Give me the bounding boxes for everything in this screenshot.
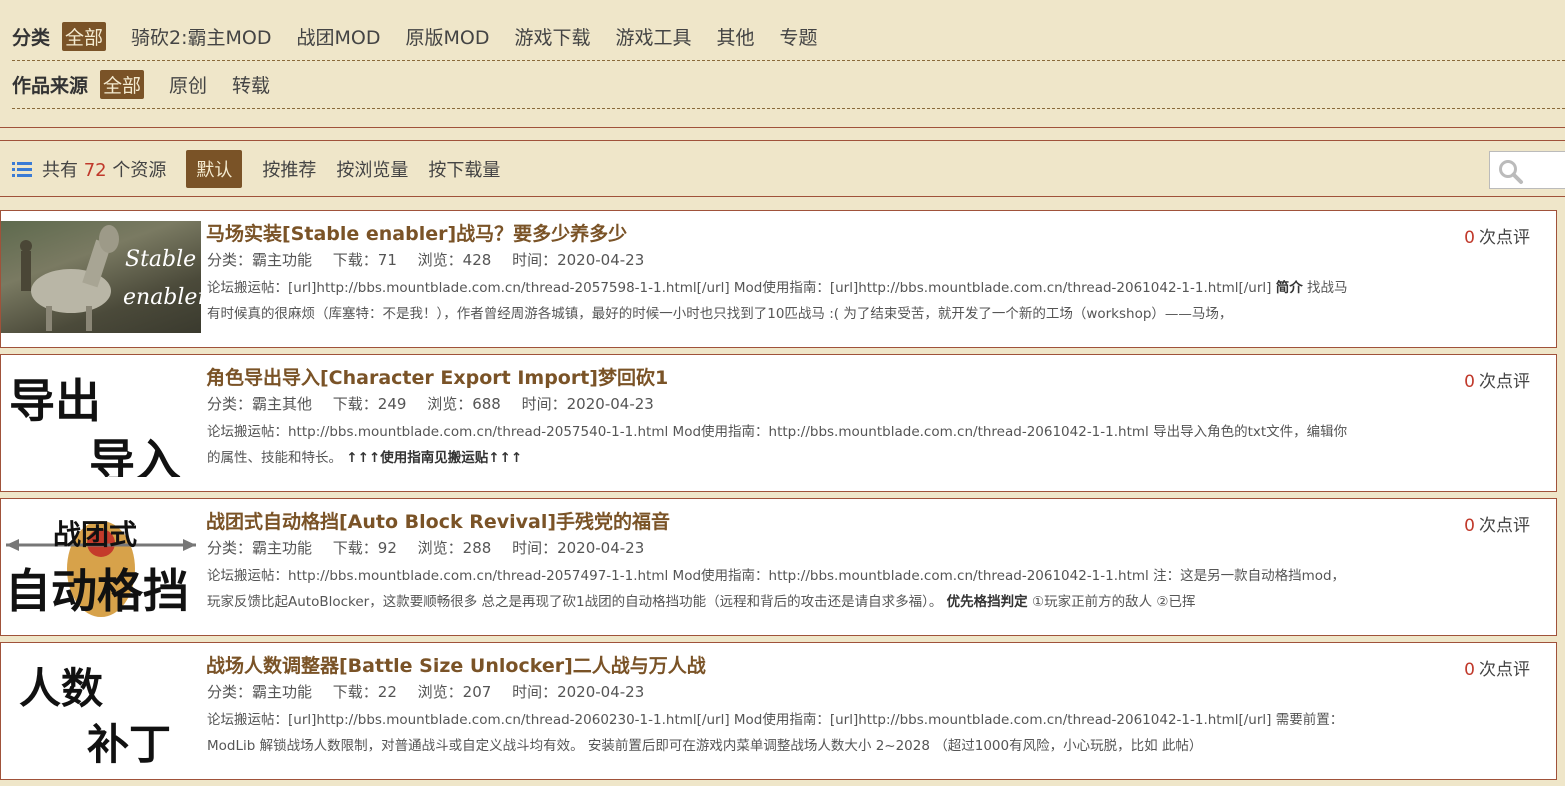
item-meta: 分类：霸主其他 下载：249 浏览：688 时间：2020-04-23 <box>207 393 670 414</box>
item-downloads: 下载：71 <box>332 251 397 269</box>
category-option-game-download[interactable]: 游戏下载 <box>514 23 590 50</box>
item-category: 分类：霸主其他 <box>207 395 313 413</box>
item-time: 时间：2020-04-23 <box>521 395 654 413</box>
search-input[interactable] <box>1489 151 1565 189</box>
item-thumbnail[interactable]: 人数 补丁 <box>1 653 201 765</box>
resource-item[interactable]: 人数 补丁 战场人数调整器[Battle Size Unlocker]二人战与万… <box>0 642 1557 780</box>
item-title-link[interactable]: 马场实装[Stable enabler]战马？要多少养多少 <box>206 219 627 246</box>
sort-views-button[interactable]: 按浏览量 <box>336 156 408 182</box>
resource-item[interactable]: 导出 导入 角色导出导入[Character Export Import]梦回砍… <box>0 354 1557 492</box>
sort-downloads-button[interactable]: 按下载量 <box>428 156 500 182</box>
filter-panel: 分类 全部 骑砍2:霸主MOD 战团MOD 原版MOD 游戏下载 游戏工具 其他… <box>0 0 1565 128</box>
source-option-all[interactable]: 全部 <box>100 70 145 99</box>
source-option-repost[interactable]: 转载 <box>232 71 270 98</box>
item-downloads: 下载：22 <box>332 683 397 701</box>
resource-item[interactable]: Stable enabler 马场实装[Stable enabler]战马？要多… <box>0 210 1557 348</box>
category-option-other[interactable]: 其他 <box>717 23 755 50</box>
item-meta: 分类：霸主功能 下载：22 浏览：207 时间：2020-04-23 <box>207 681 660 702</box>
item-views: 浏览：428 <box>417 251 492 269</box>
source-label: 作品来源 <box>12 75 89 97</box>
resource-count-number: 72 <box>83 159 107 181</box>
thumb-caption-2: 自动格挡 <box>5 564 189 618</box>
item-views: 浏览：688 <box>427 395 501 413</box>
list-icon <box>12 161 32 177</box>
category-filter-row: 分类 全部 骑砍2:霸主MOD 战团MOD 原版MOD 游戏下载 游戏工具 其他… <box>12 13 1565 61</box>
item-comments[interactable]: 0 次点评 <box>1464 511 1530 536</box>
item-time: 时间：2020-04-23 <box>512 539 645 557</box>
item-comments[interactable]: 0 次点评 <box>1464 367 1530 392</box>
item-description: 论坛搬运帖：http://bbs.mountblade.com.cn/threa… <box>207 568 1346 610</box>
item-description: 论坛搬运帖：[url]http://bbs.mountblade.com.cn/… <box>207 712 1344 754</box>
item-comments[interactable]: 0 次点评 <box>1464 655 1530 680</box>
item-comments[interactable]: 0 次点评 <box>1464 223 1530 248</box>
item-thumbnail[interactable]: 战团式 自动格挡 <box>1 509 201 621</box>
thumb-caption-1: 人数 <box>19 664 104 713</box>
search-icon <box>1499 160 1523 184</box>
resource-count: 共有 72 个资源 <box>42 159 167 181</box>
source-filter-row: 作品来源 全部 原创 转载 <box>12 61 1565 109</box>
item-title-link[interactable]: 战场人数调整器[Battle Size Unlocker]二人战与万人战 <box>206 651 706 678</box>
thumb-caption-1: 战团式 <box>53 518 138 551</box>
category-option-warband-mod[interactable]: 战团MOD <box>297 23 381 50</box>
item-thumbnail[interactable]: 导出 导入 <box>1 365 201 477</box>
category-label: 分类 <box>12 27 51 49</box>
item-category: 分类：霸主功能 <box>207 539 313 557</box>
thumb-caption-1: Stable <box>125 247 197 272</box>
item-time: 时间：2020-04-23 <box>512 683 645 701</box>
item-description: 论坛搬运帖：http://bbs.mountblade.com.cn/threa… <box>207 424 1348 466</box>
item-description: 论坛搬运帖：[url]http://bbs.mountblade.com.cn/… <box>207 280 1348 322</box>
category-option-game-tools[interactable]: 游戏工具 <box>615 23 691 50</box>
item-thumbnail[interactable]: Stable enabler <box>1 221 201 333</box>
thumb-caption-2: enabler <box>123 285 201 310</box>
item-meta: 分类：霸主功能 下载：92 浏览：288 时间：2020-04-23 <box>207 537 660 558</box>
item-time: 时间：2020-04-23 <box>512 251 645 269</box>
sort-default-button[interactable]: 默认 <box>186 149 243 188</box>
thumb-caption-2: 补丁 <box>87 720 172 765</box>
category-option-topics[interactable]: 专题 <box>780 23 818 50</box>
thumb-caption-2: 导入 <box>89 434 181 477</box>
thumb-caption-1: 导出 <box>9 374 101 428</box>
horse-image <box>20 225 119 331</box>
item-downloads: 下载：92 <box>332 539 397 557</box>
item-title-link[interactable]: 角色导出导入[Character Export Import]梦回砍1 <box>206 363 668 390</box>
resource-item[interactable]: 战团式 自动格挡 战团式自动格挡[Auto Block Revival]手残党的… <box>0 498 1557 636</box>
category-option-native-mod[interactable]: 原版MOD <box>405 23 489 50</box>
sort-bar: 共有 72 个资源 默认 按推荐 按浏览量 按下载量 <box>0 140 1565 197</box>
item-title-link[interactable]: 战团式自动格挡[Auto Block Revival]手残党的福音 <box>206 507 670 534</box>
item-category: 分类：霸主功能 <box>207 683 313 701</box>
category-option-bannerlord-mod[interactable]: 骑砍2:霸主MOD <box>131 23 271 50</box>
sort-recommend-button[interactable]: 按推荐 <box>262 156 316 182</box>
item-views: 浏览：207 <box>417 683 492 701</box>
item-views: 浏览：288 <box>417 539 492 557</box>
category-option-all[interactable]: 全部 <box>62 22 107 51</box>
item-meta: 分类：霸主功能 下载：71 浏览：428 时间：2020-04-23 <box>207 249 660 270</box>
source-option-original[interactable]: 原创 <box>169 71 207 98</box>
item-downloads: 下载：249 <box>332 395 407 413</box>
item-category: 分类：霸主功能 <box>207 251 313 269</box>
